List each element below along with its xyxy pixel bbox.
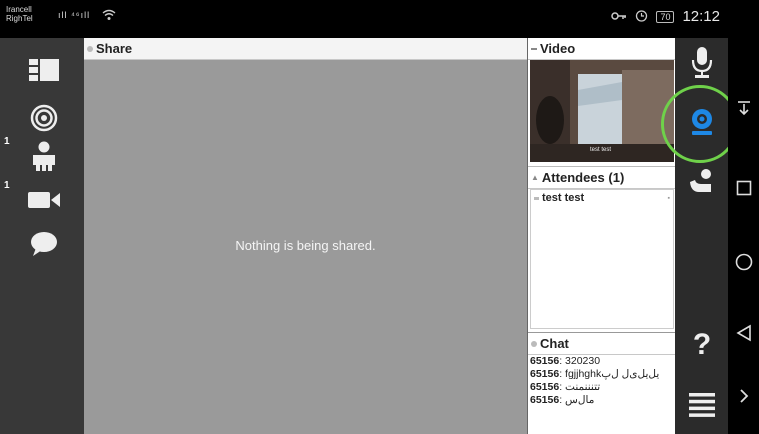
key-icon	[611, 10, 627, 24]
chat-text: : 320230	[559, 355, 601, 367]
chat-user: 65156	[530, 355, 560, 367]
microphone-button[interactable]	[685, 46, 719, 80]
alarm-icon	[635, 9, 648, 25]
collapse-dot-icon	[531, 340, 537, 347]
app-screen: Irancell RighTel ıll ⁴⁶ıll 70 12:12 1 1 …	[0, 0, 759, 434]
expand-arrow-icon: ▲	[531, 173, 539, 182]
layout-icon	[29, 59, 59, 81]
notification-pulldown-button[interactable]	[732, 96, 756, 120]
left-toolbar: 1 1	[0, 38, 84, 434]
status-bar: Irancell RighTel ıll ⁴⁶ıll 70 12:12	[0, 0, 728, 38]
wifi-icon	[102, 9, 116, 24]
chat-button[interactable]	[28, 228, 60, 260]
chat-user: 65156	[530, 394, 560, 406]
recents-icon	[736, 180, 752, 196]
attendees-title: Attendees (1)	[541, 170, 625, 185]
chevron-right-icon	[740, 389, 749, 403]
video-feed[interactable]: test test	[530, 60, 674, 162]
recents-button[interactable]	[732, 176, 756, 200]
chat-panel: Chat 65156: 320230 65156: fgjjhghkیل‌یل‌…	[528, 332, 676, 434]
chat-message: 65156: fgjjhghkیل‌یل‌ی‌ل ل‌پ	[530, 368, 674, 380]
battery-indicator: 70	[656, 10, 675, 23]
carrier-2: RighTel	[6, 14, 33, 23]
back-button[interactable]	[732, 321, 756, 345]
chat-user: 65156	[530, 381, 560, 393]
chat-text: : مال‌س	[559, 394, 595, 406]
attendees-button[interactable]	[28, 140, 60, 172]
layout-button[interactable]	[28, 54, 60, 86]
home-icon	[735, 253, 753, 271]
share-header[interactable]: Share	[84, 38, 527, 60]
camera-icon	[28, 192, 60, 208]
signal-icon: ıll ⁴⁶ıll	[58, 10, 91, 20]
attendee-icon	[33, 141, 55, 171]
attendees-header[interactable]: ▲ Attendees (1)	[528, 167, 676, 189]
pulldown-icon	[738, 101, 750, 116]
collapse-dot-icon	[87, 45, 93, 52]
chat-message: 65156: 320230	[530, 355, 674, 367]
home-button[interactable]	[732, 250, 756, 274]
share-empty-message: Nothing is being shared.	[235, 238, 376, 253]
attendees-panel: ▲ Attendees (1) test test ▪	[528, 166, 676, 330]
microphone-icon	[691, 47, 713, 78]
target-icon	[30, 104, 58, 132]
chat-message: 65156: مال‌س	[530, 394, 674, 406]
attendees-list: test test ▪	[530, 189, 674, 329]
back-icon	[736, 324, 751, 342]
video-title: Video	[540, 41, 576, 56]
chat-text: : fgjjhghkیل‌یل‌ی‌ل ل‌پ	[559, 368, 660, 380]
clock: 12:12	[682, 8, 720, 25]
share-title: Share	[96, 41, 133, 56]
carrier-1: Irancell	[6, 5, 32, 14]
attendee-status-icon	[534, 196, 539, 200]
menu-button[interactable]	[685, 388, 719, 422]
list-item[interactable]: test test ▪	[531, 190, 673, 206]
chat-text: : تتنننمنت	[559, 381, 601, 393]
video-panel: Video test test	[528, 38, 676, 162]
attendee-count-badge: 1	[4, 136, 10, 147]
right-panels: Video test test ▲ Attendees (1) test tes…	[527, 38, 676, 434]
camera-button[interactable]	[28, 184, 60, 216]
video-header[interactable]: Video	[528, 38, 676, 60]
chat-bubble-icon	[31, 232, 57, 256]
raise-hand-icon	[690, 169, 711, 192]
chat-title: Chat	[540, 336, 569, 351]
chat-header[interactable]: Chat	[528, 333, 676, 355]
raise-hand-button[interactable]	[685, 164, 719, 198]
target-button[interactable]	[28, 102, 60, 134]
minimize-icon	[531, 47, 537, 50]
system-nav-bar	[728, 38, 759, 434]
menu-icon	[689, 393, 715, 417]
camera-count-badge: 1	[4, 180, 10, 191]
carrier-labels: Irancell RighTel	[6, 5, 33, 23]
status-right: 70 12:12	[611, 8, 720, 25]
chat-user: 65156	[530, 368, 560, 380]
chat-message: 65156: تتنننمنت	[530, 381, 674, 393]
chat-messages: 65156: 320230 65156: fgjjhghkیل‌یل‌ی‌ل ل…	[530, 355, 674, 407]
attendee-marker-icon: ▪	[667, 194, 670, 202]
help-button[interactable]: ?	[685, 328, 719, 362]
attendee-name: test test	[542, 192, 585, 204]
next-button[interactable]	[732, 384, 756, 408]
share-panel: Share Nothing is being shared.	[84, 38, 527, 434]
video-caption: test test	[590, 147, 612, 153]
